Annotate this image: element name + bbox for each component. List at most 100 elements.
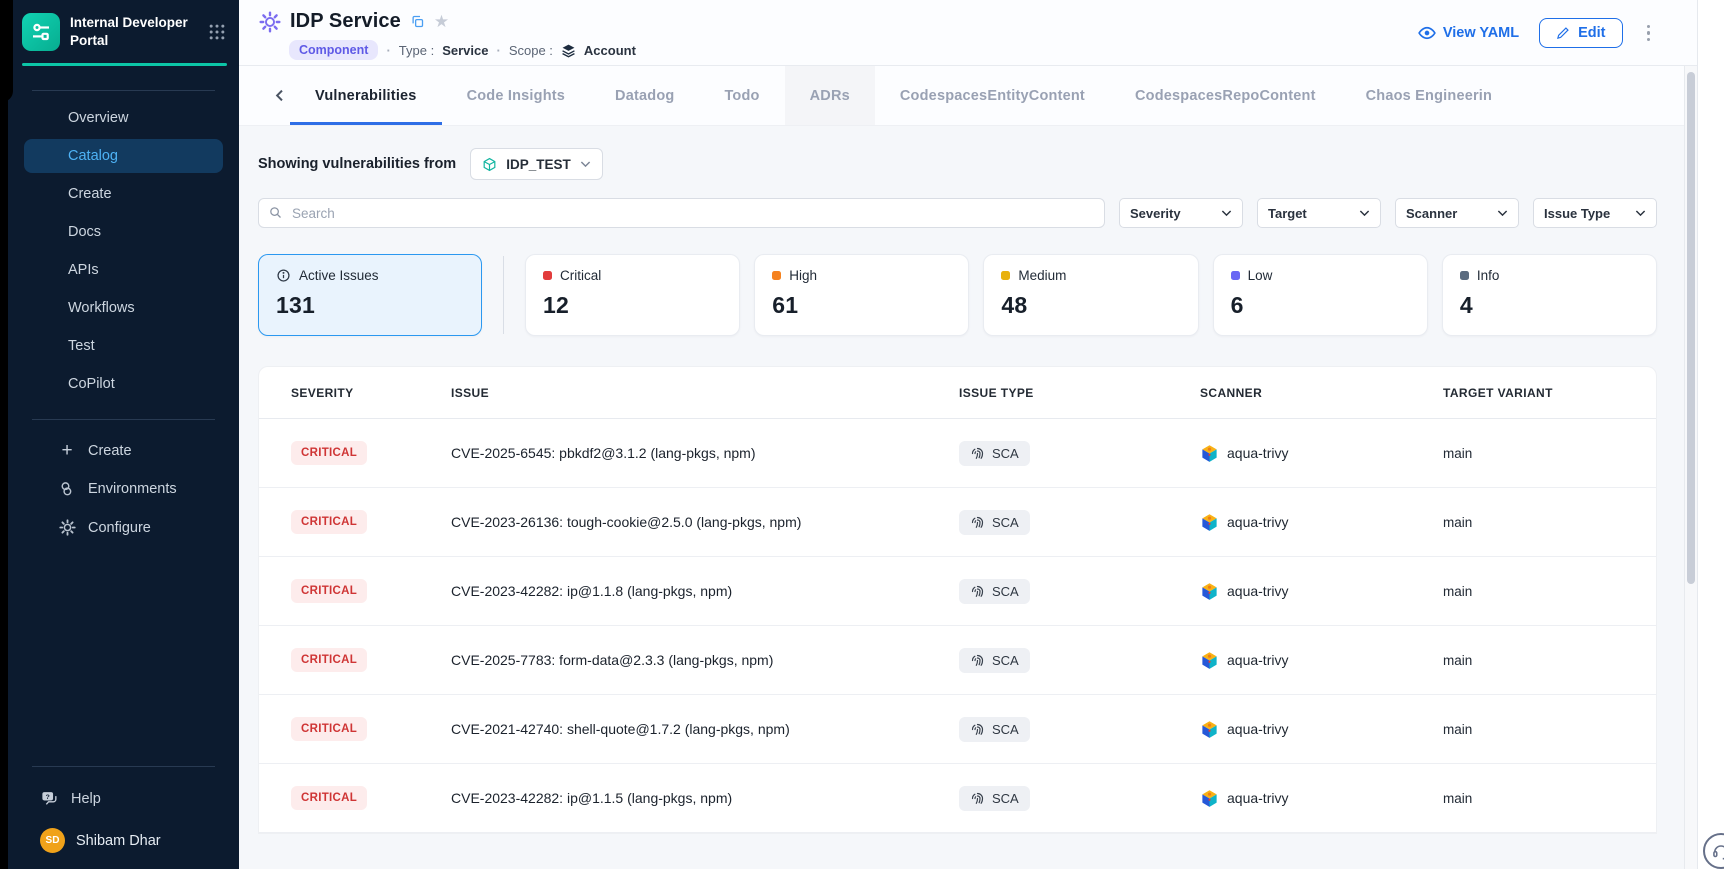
tab-vulnerabilities[interactable]: Vulnerabilities — [290, 66, 442, 125]
target-filter[interactable]: Target — [1257, 198, 1381, 228]
scanner-cell: aqua-trivy — [1200, 444, 1443, 463]
app-grid-icon[interactable] — [207, 22, 227, 42]
issue-type-badge: SCA — [959, 786, 1030, 811]
tab-todo[interactable]: Todo — [699, 66, 784, 125]
search-input[interactable] — [258, 198, 1105, 228]
sca-fingerprint-icon — [970, 653, 985, 668]
sidebar-item-workflows[interactable]: Workflows — [24, 291, 223, 325]
tab-adrs[interactable]: ADRs — [785, 66, 875, 125]
page-title: IDP Service — [290, 10, 401, 33]
stat-label: Critical — [560, 268, 601, 283]
help-item[interactable]: Help — [8, 781, 239, 816]
issue-type-badge: SCA — [959, 648, 1030, 673]
sidebar-item-apis[interactable]: APIs — [24, 253, 223, 287]
table-header-row: SEVERITY ISSUE ISSUE TYPE SCANNER TARGET… — [259, 367, 1656, 419]
low-dot — [1231, 271, 1240, 280]
copy-icon[interactable] — [410, 14, 425, 29]
chevron-down-icon — [580, 160, 591, 168]
low-card[interactable]: Low 6 — [1213, 254, 1428, 336]
severity-badge: CRITICAL — [291, 717, 367, 741]
stat-label: High — [789, 268, 817, 283]
star-icon[interactable]: ★ — [434, 14, 449, 30]
sidebar-item-docs[interactable]: Docs — [24, 215, 223, 249]
variant-value: IDP_TEST — [506, 157, 571, 172]
showing-label: Showing vulnerabilities from — [258, 156, 456, 172]
tab-chaos-engineering[interactable]: Chaos Engineerin — [1341, 66, 1491, 125]
tab-codespaces-entity-content[interactable]: CodespacesEntityContent — [875, 66, 1110, 125]
table-row[interactable]: CRITICAL CVE-2021-42740: shell-quote@1.7… — [259, 695, 1656, 764]
critical-dot — [543, 271, 552, 280]
column-issue: ISSUE — [451, 386, 959, 400]
issue-cell: CVE-2025-6545: pbkdf2@3.1.2 (lang-pkgs, … — [451, 445, 959, 461]
active-issues-card[interactable]: Active Issues 131 — [258, 254, 482, 336]
tab-code-insights[interactable]: Code Insights — [442, 66, 590, 125]
column-issue-type: ISSUE TYPE — [959, 386, 1200, 400]
column-scanner: SCANNER — [1200, 386, 1443, 400]
target-variant-cell: main — [1443, 791, 1656, 806]
sidebar-action-environments[interactable]: Environments — [24, 471, 223, 507]
sidebar-item-test[interactable]: Test — [24, 329, 223, 363]
sidebar-divider — [32, 90, 215, 91]
severity-filter[interactable]: Severity — [1119, 198, 1243, 228]
sidebar: Internal Developer Portal Overview Catal… — [8, 0, 239, 869]
target-variant-cell: main — [1443, 653, 1656, 668]
scope-value: Account — [584, 43, 636, 58]
tab-codespaces-repo-content[interactable]: CodespacesRepoContent — [1110, 66, 1341, 125]
sidebar-item-catalog[interactable]: Catalog — [24, 139, 223, 173]
table-row[interactable]: CRITICAL CVE-2023-26136: tough-cookie@2.… — [259, 488, 1656, 557]
cube-icon — [482, 157, 497, 172]
info-card[interactable]: Info 4 — [1442, 254, 1657, 336]
issue-cell: CVE-2025-7783: form-data@2.3.3 (lang-pkg… — [451, 652, 959, 668]
filter-label: Scanner — [1406, 206, 1457, 221]
kind-badge: Component — [289, 40, 378, 60]
sidebar-action-create[interactable]: + Create — [24, 434, 223, 468]
plus-icon: + — [58, 444, 76, 458]
high-dot — [772, 271, 781, 280]
column-target-variant: TARGET VARIANT — [1443, 386, 1656, 400]
edit-button[interactable]: Edit — [1539, 18, 1622, 48]
sidebar-item-overview[interactable]: Overview — [24, 101, 223, 135]
issue-type-filter[interactable]: Issue Type — [1533, 198, 1657, 228]
scanner-filter[interactable]: Scanner — [1395, 198, 1519, 228]
user-name: Shibam Dhar — [76, 833, 161, 849]
stat-value: 4 — [1460, 292, 1639, 319]
scrollbar-thumb[interactable] — [1687, 72, 1695, 584]
sidebar-nav: Overview Catalog Create Docs APIs Workfl… — [8, 101, 239, 405]
critical-card[interactable]: Critical 12 — [525, 254, 740, 336]
target-variant-cell: main — [1443, 446, 1656, 461]
target-variant-cell: main — [1443, 584, 1656, 599]
sidebar-item-create[interactable]: Create — [24, 177, 223, 211]
tab-datadog[interactable]: Datadog — [590, 66, 699, 125]
eye-icon — [1418, 24, 1436, 42]
table-row[interactable]: CRITICAL CVE-2023-42282: ip@1.1.5 (lang-… — [259, 764, 1656, 833]
variant-dropdown[interactable]: IDP_TEST — [470, 148, 603, 180]
tabs-scroll-left-icon[interactable] — [269, 83, 290, 108]
stat-label: Active Issues — [299, 268, 379, 283]
stat-value: 131 — [276, 292, 464, 319]
medium-card[interactable]: Medium 48 — [983, 254, 1198, 336]
aqua-trivy-icon — [1200, 582, 1219, 601]
main-area: IDP Service ★ Component · Type : Service… — [239, 0, 1724, 869]
sidebar-item-copilot[interactable]: CoPilot — [24, 367, 223, 401]
component-gear-icon — [259, 11, 281, 33]
scrollbar-track[interactable] — [1684, 66, 1697, 869]
table-row[interactable]: CRITICAL CVE-2023-42282: ip@1.1.8 (lang-… — [259, 557, 1656, 626]
edit-label: Edit — [1578, 25, 1605, 41]
column-severity: SEVERITY — [291, 386, 451, 400]
chevron-down-icon — [1359, 209, 1370, 217]
table-row[interactable]: CRITICAL CVE-2025-7783: form-data@2.3.3 … — [259, 626, 1656, 695]
severity-badge: CRITICAL — [291, 510, 367, 534]
sca-fingerprint-icon — [970, 722, 985, 737]
view-yaml-button[interactable]: View YAML — [1418, 24, 1519, 42]
issue-cell: CVE-2023-42282: ip@1.1.5 (lang-pkgs, npm… — [451, 790, 959, 806]
table-row[interactable]: CRITICAL CVE-2025-6545: pbkdf2@3.1.2 (la… — [259, 419, 1656, 488]
search-box — [258, 198, 1105, 228]
issue-type-badge: SCA — [959, 510, 1030, 535]
sidebar-action-configure[interactable]: Configure — [24, 510, 223, 545]
sidebar-divider — [32, 419, 215, 420]
more-options-icon[interactable] — [1643, 21, 1655, 46]
portal-logo-icon[interactable] — [22, 13, 60, 51]
info-dot — [1460, 271, 1469, 280]
high-card[interactable]: High 61 — [754, 254, 969, 336]
user-menu[interactable]: SD Shibam Dhar — [8, 816, 239, 869]
